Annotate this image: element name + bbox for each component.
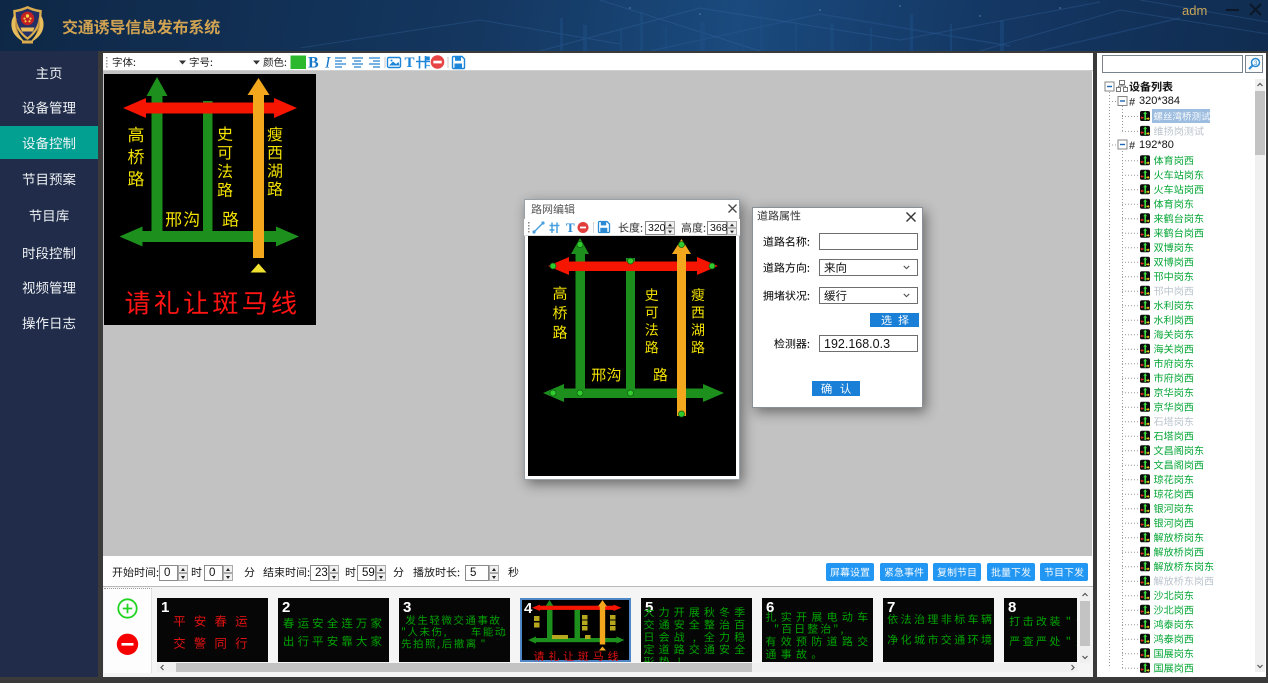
svg-text:B: B [308,55,319,72]
svg-text:T: T [566,220,575,235]
svg-text:#: # [1129,97,1135,109]
svg-text:I: I [324,55,331,72]
svg-text:T: T [405,55,415,71]
svg-text:#: # [1129,140,1135,152]
